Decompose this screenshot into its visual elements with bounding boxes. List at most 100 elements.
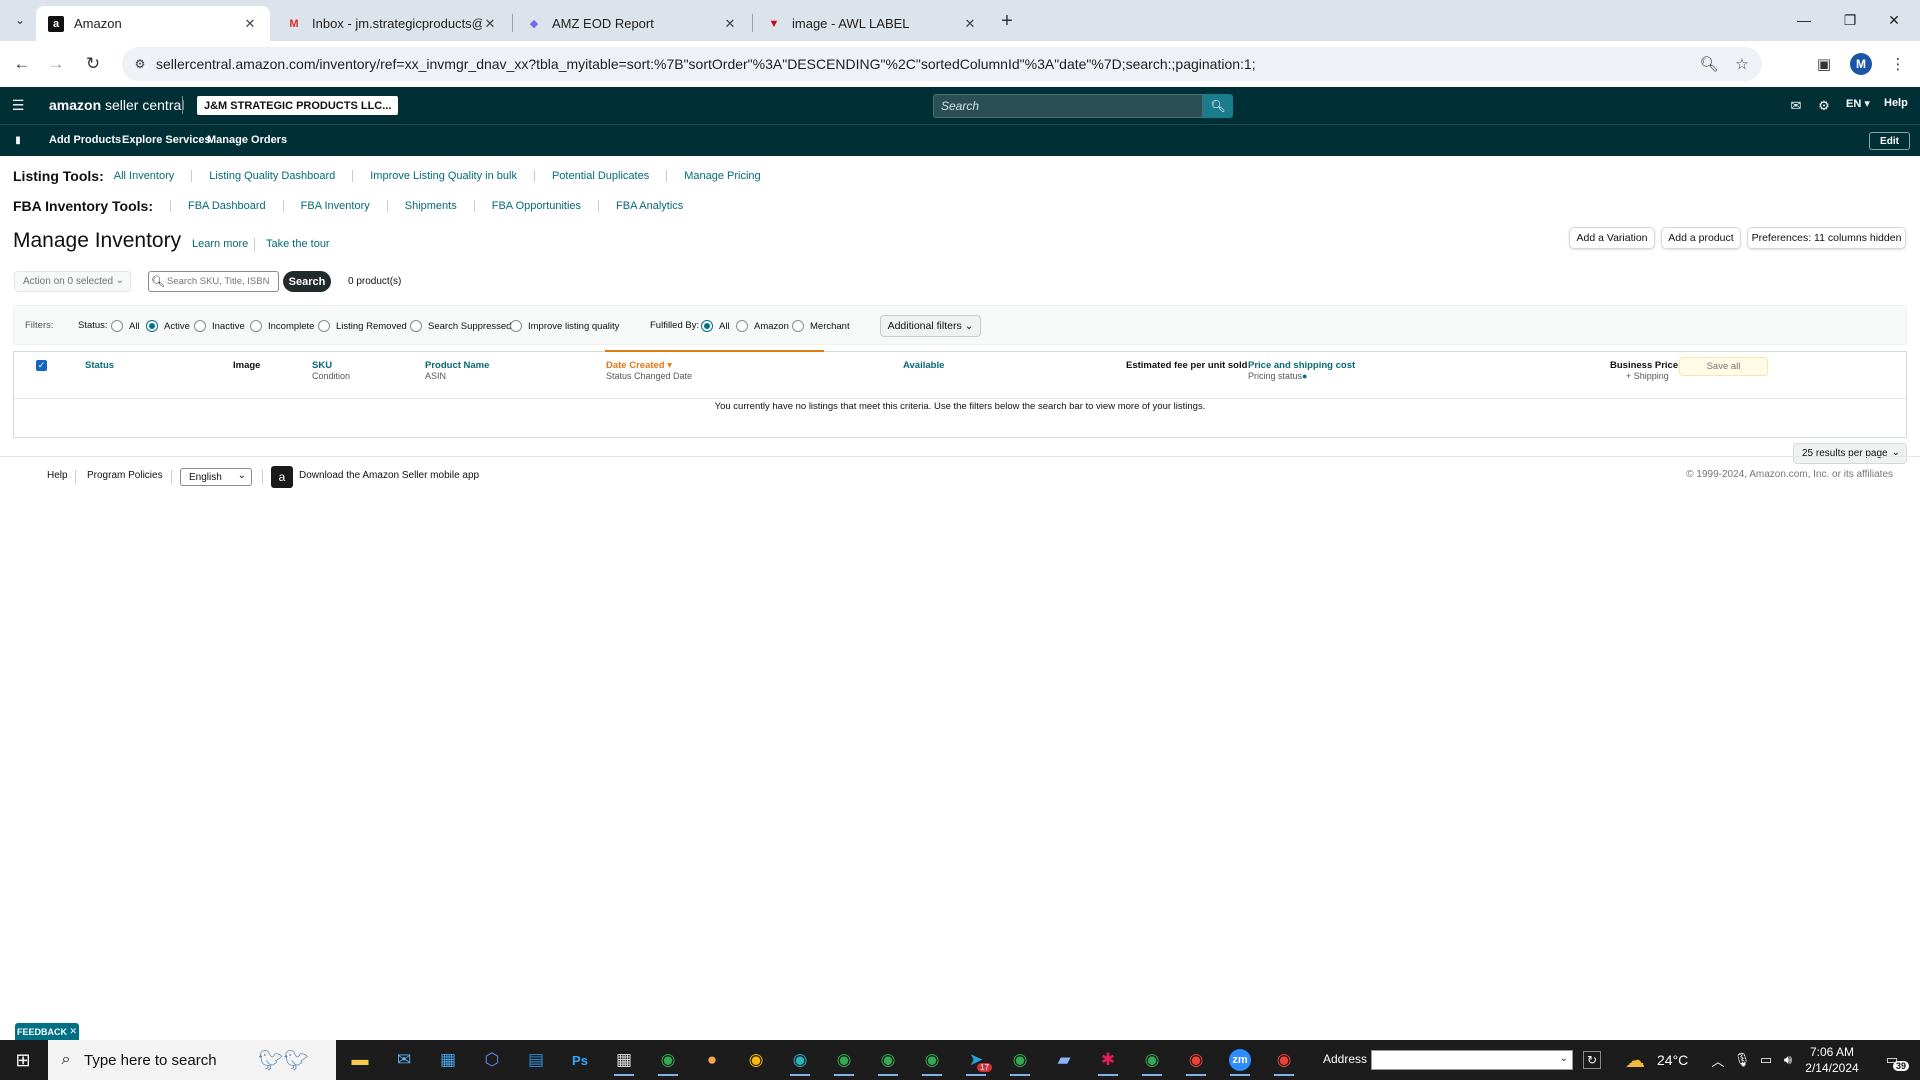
- radio-unchecked[interactable]: [318, 320, 330, 332]
- tool-link-fba-dashboard[interactable]: FBA Dashboard: [170, 200, 283, 212]
- column-price[interactable]: Price and shipping cost: [1248, 360, 1355, 371]
- tool-link-listing-quality-dashboard[interactable]: Listing Quality Dashboard: [191, 170, 352, 182]
- network-icon[interactable]: ▭: [1757, 1051, 1775, 1069]
- close-icon[interactable]: ✕: [722, 16, 738, 32]
- hamburger-menu-icon[interactable]: ☰: [10, 97, 26, 113]
- tool-link-shipments[interactable]: Shipments: [386, 200, 474, 212]
- chrome-profile-icon[interactable]: ◉: [870, 1044, 906, 1076]
- tool-link-potential-duplicates[interactable]: Potential Duplicates: [533, 170, 666, 182]
- profile-avatar[interactable]: M: [1850, 53, 1872, 75]
- radio-unchecked[interactable]: [250, 320, 262, 332]
- fulfilled-radio-all[interactable]: All: [701, 320, 730, 332]
- minimize-icon[interactable]: —: [1786, 8, 1822, 32]
- zoom-app-icon[interactable]: zm: [1222, 1044, 1258, 1076]
- edit-button[interactable]: Edit: [1869, 132, 1910, 150]
- search-highlight-birds-icon[interactable]: 🐦︎🐦︎: [258, 1045, 334, 1075]
- copilot-app-icon[interactable]: ⬡: [474, 1044, 510, 1076]
- search-button[interactable]: Search: [283, 271, 331, 292]
- forward-arrow-icon[interactable]: →: [44, 52, 68, 76]
- tab-search-chevron-icon[interactable]: ⌄: [8, 9, 32, 31]
- gear-icon[interactable]: ⚙: [1816, 97, 1832, 114]
- footer-help-link[interactable]: Help: [47, 470, 68, 481]
- bookmark-icon[interactable]: ▮: [13, 134, 23, 146]
- chrome-profile-icon[interactable]: ◉: [1266, 1044, 1302, 1076]
- windows-start-icon[interactable]: ⊞: [0, 1040, 46, 1080]
- status-radio-incomplete[interactable]: Incomplete: [250, 320, 314, 332]
- fulfilled-radio-merchant[interactable]: Merchant: [792, 320, 850, 332]
- results-per-page-select[interactable]: 25 results per page ⌄: [1793, 443, 1907, 464]
- radio-unchecked[interactable]: [736, 320, 748, 332]
- status-radio-search-suppressed[interactable]: Search Suppressed: [410, 320, 511, 332]
- learn-more-link[interactable]: Learn more: [192, 238, 248, 250]
- radio-unchecked[interactable]: [111, 320, 123, 332]
- column-date-created[interactable]: Date Created ▾: [606, 360, 672, 371]
- refresh-icon[interactable]: ↻: [1583, 1051, 1601, 1069]
- inventory-search-input[interactable]: [167, 276, 275, 287]
- notifications-icon[interactable]: ▭ 39: [1877, 1050, 1909, 1071]
- column-available[interactable]: Available: [903, 360, 944, 371]
- reload-icon[interactable]: ↻: [81, 52, 105, 76]
- download-app-link[interactable]: Download the Amazon Seller mobile app: [299, 470, 479, 481]
- tab-amazon[interactable]: a Amazon ✕: [36, 6, 270, 41]
- seller-app-icon[interactable]: a: [271, 466, 293, 488]
- radio-unchecked[interactable]: [510, 320, 522, 332]
- footer-language-select[interactable]: English ⌄: [180, 468, 252, 486]
- additional-filters-button[interactable]: Additional filters ⌄: [880, 315, 981, 337]
- radio-checked[interactable]: [146, 320, 158, 332]
- tool-link-improve-listing-quality[interactable]: Improve Listing Quality in bulk: [352, 170, 534, 182]
- mail-app-icon[interactable]: ✉: [386, 1044, 422, 1076]
- tab-awl-label[interactable]: ▼ image - AWL LABEL ✕: [754, 6, 990, 41]
- url-text[interactable]: sellercentral.amazon.com/inventory/ref=x…: [156, 56, 1256, 72]
- window-close-icon[interactable]: ✕: [1876, 8, 1912, 32]
- tab-eod-report[interactable]: ◆ AMZ EOD Report ✕: [514, 6, 750, 41]
- weather-icon[interactable]: ☁: [1625, 1048, 1651, 1072]
- site-info-icon[interactable]: ⚙: [130, 54, 150, 74]
- microphone-icon[interactable]: 🎙︎: [1733, 1051, 1751, 1069]
- new-tab-plus-icon[interactable]: +: [995, 9, 1019, 33]
- take-tour-link[interactable]: Take the tour: [266, 238, 330, 250]
- clock[interactable]: 7:06 AM 2/14/2024: [1790, 1044, 1874, 1076]
- photoshop-icon[interactable]: Ps: [562, 1044, 598, 1076]
- app-icon[interactable]: ●: [694, 1044, 730, 1076]
- chrome-profile-icon[interactable]: ◉: [1178, 1044, 1214, 1076]
- close-icon[interactable]: ✕: [962, 16, 978, 32]
- status-radio-active[interactable]: Active: [146, 320, 190, 332]
- notepad-icon[interactable]: ▰: [1046, 1044, 1082, 1076]
- subnav-explore-services[interactable]: Explore Services: [122, 134, 211, 146]
- chrome-profile-icon[interactable]: ◉: [914, 1044, 950, 1076]
- remote-desktop-icon[interactable]: ▤: [518, 1044, 554, 1076]
- temperature[interactable]: 24°C: [1657, 1052, 1688, 1068]
- bulk-action-select[interactable]: Action on 0 selected ⌄: [14, 271, 131, 292]
- back-arrow-icon[interactable]: ←: [10, 52, 34, 76]
- footer-program-policies-link[interactable]: Program Policies: [87, 470, 163, 481]
- edge-icon[interactable]: ◉: [782, 1044, 818, 1076]
- chrome-icon[interactable]: ◉: [738, 1044, 774, 1076]
- radio-unchecked[interactable]: [410, 320, 422, 332]
- select-all-checkbox[interactable]: ✓: [36, 360, 47, 371]
- column-sku[interactable]: SKU: [312, 360, 332, 371]
- slack-icon[interactable]: ✱: [1090, 1044, 1126, 1076]
- chrome-profile-icon[interactable]: ◉: [650, 1044, 686, 1076]
- star-bookmark-icon[interactable]: ☆: [1732, 54, 1752, 74]
- preferences-button[interactable]: Preferences: 11 columns hidden: [1747, 227, 1906, 249]
- add-product-button[interactable]: Add a product: [1661, 227, 1741, 249]
- status-radio-inactive[interactable]: Inactive: [194, 320, 245, 332]
- info-icon[interactable]: ●: [1302, 371, 1307, 381]
- telegram-icon[interactable]: ➤ 17: [958, 1044, 994, 1076]
- radio-unchecked[interactable]: [792, 320, 804, 332]
- subnav-add-products[interactable]: Add Products: [49, 134, 121, 146]
- feedback-tab[interactable]: FEEDBACK ✕: [15, 1023, 79, 1040]
- chrome-profile-icon[interactable]: ◉: [1134, 1044, 1170, 1076]
- status-radio-listing-removed[interactable]: Listing Removed: [318, 320, 407, 332]
- store-app-icon[interactable]: ▦: [430, 1044, 466, 1076]
- tool-link-fba-inventory[interactable]: FBA Inventory: [282, 200, 387, 212]
- tool-link-all-inventory[interactable]: All Inventory: [114, 170, 192, 182]
- subnav-manage-orders[interactable]: Manage Orders: [207, 134, 287, 146]
- close-icon[interactable]: ✕: [242, 16, 258, 32]
- mail-icon[interactable]: ✉: [1788, 97, 1804, 114]
- zoom-icon[interactable]: 🔍︎: [1699, 54, 1719, 74]
- tab-gmail[interactable]: M Inbox - jm.strategicproducts@g ✕: [274, 6, 510, 41]
- restore-icon[interactable]: ❐: [1832, 8, 1868, 32]
- inventory-search-field[interactable]: 🔍︎: [148, 271, 279, 292]
- chrome-profile-icon[interactable]: ◉: [826, 1044, 862, 1076]
